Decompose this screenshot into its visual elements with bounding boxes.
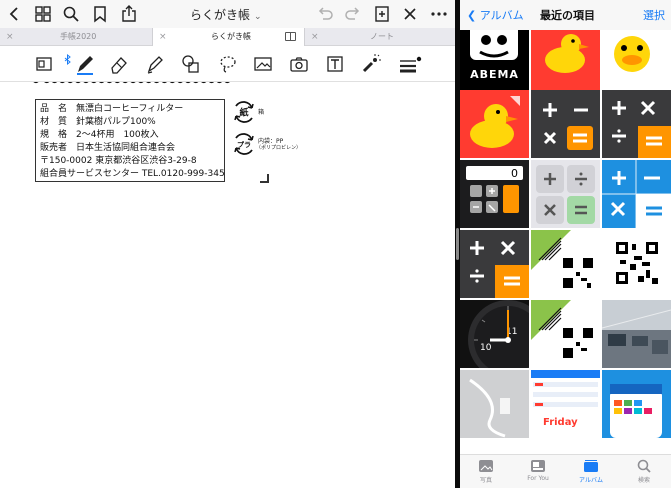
tab-label: らくがき帳 <box>211 32 251 41</box>
photo-grid: ABEMA 0 11 10 Friday <box>460 30 671 454</box>
recycle-label: 箱 <box>258 109 265 116</box>
label-line: 材 質 針葉樹パルプ100% <box>40 117 156 127</box>
tab-close-icon[interactable]: × <box>311 28 319 46</box>
label-line: 組合員サービスセンター TEL.0120-999-345 <box>40 169 225 179</box>
top-bar: らくがき帳 ⌄ <box>0 0 455 28</box>
shape-tool-icon[interactable] <box>180 53 202 75</box>
photo-thumbnail-calculator-light[interactable] <box>531 160 600 228</box>
label-line: 販売者 日本生活協同組合連合会 <box>40 143 176 153</box>
label-line: 〒150-0002 東京都渋谷区渋谷3-29-8 <box>40 156 197 166</box>
search-tab-icon <box>637 459 651 473</box>
photos-nav-bar: ❮ アルバム 最近の項目 選択 <box>460 0 671 30</box>
highlighter-tool-icon[interactable] <box>144 53 166 75</box>
photo-thumbnail-qr-code[interactable] <box>602 230 671 298</box>
svg-text:紙: 紙 <box>239 107 248 119</box>
tab-photos[interactable]: 写真 <box>460 459 512 484</box>
more-icon[interactable] <box>428 3 450 25</box>
photo-thumbnail-room[interactable] <box>602 300 671 368</box>
tab-rakugakicho[interactable]: × らくがき帳 <box>152 28 305 46</box>
photo-thumbnail-barcode-qr-2[interactable] <box>531 300 600 368</box>
document-tabs: × 手帳2020 × らくがき帳 × ノート <box>0 28 455 46</box>
plastic-recycle-mark-icon: プラ <box>232 132 256 156</box>
back-chevron-icon[interactable] <box>4 3 26 25</box>
tab-note[interactable]: × ノート <box>305 28 455 46</box>
albums-back-button[interactable]: ❮ アルバム <box>467 7 524 23</box>
text-tool-icon[interactable] <box>324 53 346 75</box>
svg-text:0: 0 <box>511 167 518 180</box>
photo-thumbnail-duck[interactable] <box>531 30 600 98</box>
chevron-down-icon: ⌄ <box>254 12 262 22</box>
select-button[interactable]: 選択 <box>643 7 665 23</box>
share-icon[interactable] <box>118 3 140 25</box>
tab-label: アルバム <box>579 477 603 484</box>
resize-handle[interactable] <box>260 174 269 183</box>
tab-label: 写真 <box>479 477 492 484</box>
tab-label: 検索 <box>637 477 650 484</box>
recycle-label: （ポリプロピレン） <box>256 145 302 151</box>
split-view-icon[interactable] <box>285 32 296 41</box>
lasso-tool-icon[interactable] <box>217 53 239 75</box>
calendar-day-label: Friday <box>543 417 578 428</box>
photos-tab-icon <box>479 460 493 472</box>
photos-app: ❮ アルバム 最近の項目 選択 ABEMA 0 11 10 Friday 写真 … <box>460 0 671 488</box>
svg-text:10: 10 <box>480 343 492 353</box>
redo-icon[interactable] <box>342 3 364 25</box>
back-chevron-icon: ❮ <box>467 9 477 22</box>
camera-tool-icon[interactable] <box>288 53 310 75</box>
svg-text:プラ: プラ <box>237 140 251 149</box>
label-line: 品 名 無漂白コーヒーフィルター <box>40 104 184 114</box>
add-page-icon[interactable] <box>371 3 393 25</box>
close-icon[interactable] <box>399 3 421 25</box>
photos-tab-bar: 写真 For You アルバム 検索 <box>460 454 671 488</box>
laser-pointer-icon[interactable] <box>360 53 382 75</box>
cut-off-text: ● ●●●●●●●●●●●●●●●●●●●●●●●●●●● <box>32 82 232 88</box>
tool-settings-icon[interactable] <box>398 53 422 75</box>
abema-logo-text: ABEMA <box>470 68 519 81</box>
product-label-image[interactable]: 品 名 無漂白コーヒーフィルター 材 質 針葉樹パルプ100% 規 格 2～4杯… <box>35 99 225 182</box>
photo-thumbnail-duck-icon[interactable] <box>460 90 529 158</box>
tab-close-icon[interactable]: × <box>159 28 167 46</box>
bookmark-icon[interactable] <box>89 3 111 25</box>
tab-close-icon[interactable]: × <box>6 28 14 46</box>
tab-albums[interactable]: アルバム <box>565 459 617 484</box>
photo-thumbnail-calculator-orange[interactable] <box>602 90 671 158</box>
pen-tool-icon[interactable] <box>74 53 96 75</box>
bluetooth-icon <box>64 53 72 75</box>
note-canvas[interactable]: ● ●●●●●●●●●●●●●●●●●●●●●●●●●●● 品 名 無漂白コーヒ… <box>0 82 455 488</box>
tab-search[interactable]: 検索 <box>618 459 670 484</box>
photo-thumbnail-calculator-display[interactable]: 0 <box>460 160 529 228</box>
photo-thumbnail-calendar[interactable]: Friday <box>531 370 600 438</box>
grid-view-icon[interactable] <box>32 3 54 25</box>
photo-thumbnail-clock[interactable]: 11 10 <box>460 300 529 368</box>
undo-icon[interactable] <box>314 3 336 25</box>
tab-for-you[interactable]: For You <box>512 459 564 482</box>
photo-thumbnail-duck-white[interactable] <box>602 30 671 98</box>
photo-thumbnail-barcode-qr[interactable] <box>531 230 600 298</box>
eraser-tool-icon[interactable] <box>108 53 130 75</box>
document-title-text: らくがき帳 <box>190 8 251 22</box>
albums-tab-icon <box>584 460 598 472</box>
reader-mode-icon[interactable] <box>33 53 55 75</box>
image-tool-icon[interactable] <box>252 53 274 75</box>
tab-label: 手帳2020 <box>60 32 97 41</box>
split-drag-handle[interactable] <box>456 228 459 260</box>
photo-thumbnail-cable[interactable] <box>460 370 529 438</box>
search-icon[interactable] <box>60 3 82 25</box>
album-title: 最近の項目 <box>540 9 595 22</box>
photo-thumbnail-schedule-app[interactable] <box>602 370 671 438</box>
tab-label: For You <box>527 475 549 482</box>
notes-app: らくがき帳 ⌄ × 手帳2020 × らくがき帳 × ノート 品 名 無漂白コー… <box>0 0 455 488</box>
label-line: 規 格 2～4杯用 100枚入 <box>40 130 159 140</box>
for-you-tab-icon <box>531 460 545 472</box>
photo-thumbnail-calculator-gray[interactable] <box>460 230 529 298</box>
tab-techo-2020[interactable]: × 手帳2020 <box>0 28 152 46</box>
photo-thumbnail-calculator-blue[interactable] <box>602 160 671 228</box>
back-label: アルバム <box>479 9 524 22</box>
document-title[interactable]: らくがき帳 ⌄ <box>190 6 262 23</box>
photo-thumbnail-calculator-dark[interactable] <box>531 90 600 158</box>
photo-thumbnail-abema[interactable]: ABEMA <box>460 30 529 98</box>
tool-bar <box>0 46 455 82</box>
tab-label: ノート <box>370 32 394 41</box>
paper-recycle-mark-icon: 紙 <box>232 100 256 124</box>
